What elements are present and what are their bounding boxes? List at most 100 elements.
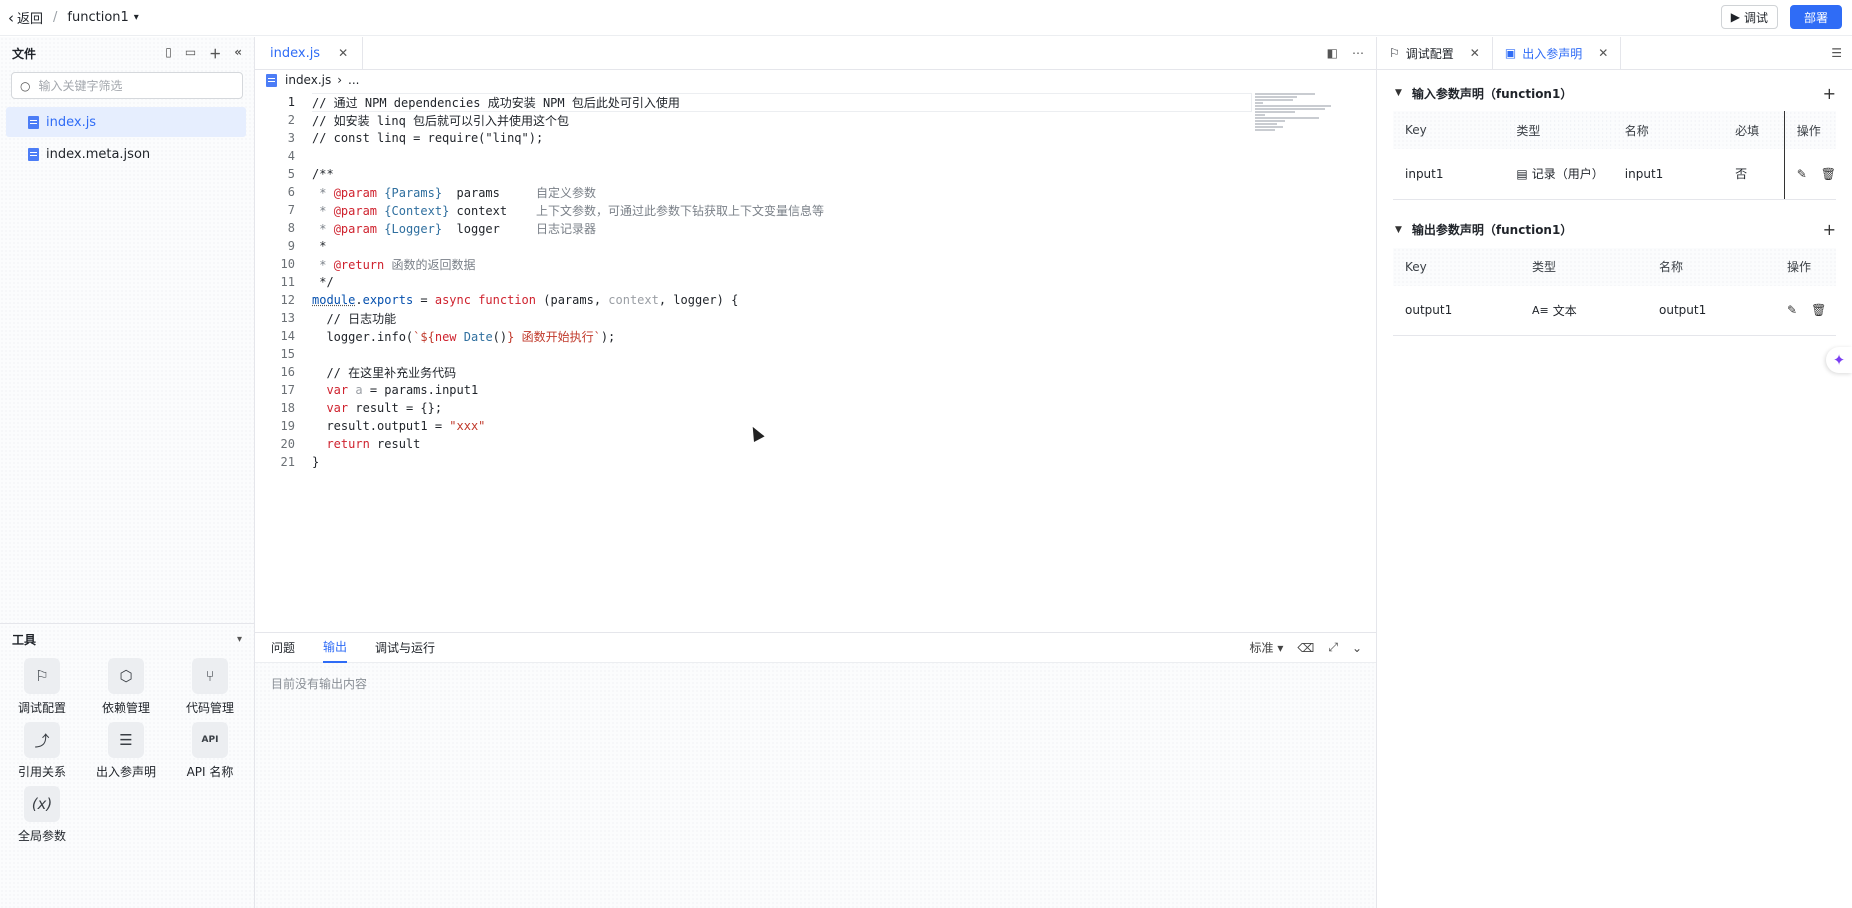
- file-icon: [28, 115, 39, 129]
- code-line: 9 *: [287, 239, 327, 253]
- file-item-index-meta-json[interactable]: index.meta.json: [6, 139, 246, 169]
- column-header: 名称: [1659, 260, 1684, 274]
- new-folder-icon[interactable]: ▭: [185, 45, 196, 62]
- tool-dependency[interactable]: ⬡ 依赖管理: [84, 658, 168, 716]
- git-branch-icon: ⑂: [192, 658, 228, 694]
- play-icon: ▶: [1730, 10, 1740, 24]
- input-params-table: Key 类型 名称 必填 操作 input1 ▤ 记录（用户） input1 否 …: [1393, 111, 1836, 200]
- close-icon[interactable]: ✕: [1598, 46, 1608, 60]
- file-search-input[interactable]: [38, 78, 219, 93]
- tab-label: index.js: [270, 45, 321, 61]
- right-tabs: ⚐ 调试配置 ✕ ▣ 出入参声明 ✕ ☰: [1377, 37, 1852, 70]
- clear-output-icon[interactable]: ⌫: [1297, 641, 1314, 655]
- tool-reference[interactable]: ⤴ 引用关系: [0, 722, 84, 780]
- file-label: index.js: [46, 114, 97, 130]
- minimap[interactable]: [1255, 93, 1345, 153]
- code-line: 8 * @param {Logger} logger 日志记录器: [287, 221, 597, 236]
- chevron-right-icon: ›: [337, 73, 343, 87]
- tools-panel: 工具 ▾ ⚐ 调试配置 ⬡ 依赖管理 ⑂ 代码管理 ⤴ 引用关系 ☰ 出入参声明 API A…: [0, 623, 254, 908]
- edit-icon[interactable]: ✎: [1787, 303, 1797, 317]
- code-line: 10 * @return 函数的返回数据: [280, 257, 476, 272]
- tool-label: 代码管理: [185, 701, 234, 715]
- add-input-param-icon[interactable]: +: [1823, 84, 1836, 103]
- output-section-header[interactable]: ▼ 输出参数声明（function1） +: [1393, 216, 1836, 244]
- tool-params[interactable]: ☰ 出入参声明: [84, 722, 168, 780]
- tool-global-params[interactable]: (x) 全局参数: [0, 786, 84, 844]
- input-section-title: 输入参数声明（function1）: [1411, 86, 1573, 101]
- output-empty-text: 目前没有输出内容: [271, 677, 368, 691]
- delete-icon[interactable]: 🗑: [1821, 167, 1836, 181]
- add-output-param-icon[interactable]: +: [1823, 220, 1836, 239]
- record-icon: ▤: [1516, 166, 1528, 181]
- tool-label: 全局参数: [17, 829, 66, 843]
- close-icon[interactable]: ✕: [1470, 46, 1480, 60]
- expand-icon[interactable]: ⤢: [1328, 640, 1338, 655]
- back-button[interactable]: ‹ 返回: [8, 8, 43, 28]
- file-search[interactable]: ○: [11, 72, 243, 99]
- code-content[interactable]: 1// 通过 NPM dependencies 成功安装 NPM 包后此处可引入…: [255, 92, 1255, 471]
- file-icon: [28, 147, 39, 161]
- code-line: 14 logger.info(`${new Date()} 函数开始执行`);: [280, 329, 616, 344]
- table-row: output1 A≡ 文本 output1 ✎ 🗑: [1393, 285, 1836, 336]
- caret-down-icon: ▼: [1395, 88, 1402, 98]
- column-header: 必填: [1723, 111, 1785, 149]
- param-type: 记录（用户）: [1531, 167, 1604, 182]
- output-panel: 问题 输出 调试与运行 标准 ▾ ⌫ ⤢ ⌄ 目前没有输出内容: [255, 632, 1376, 908]
- table-row: input1 ▤ 记录（用户） input1 否 ✎ 🗑: [1393, 149, 1836, 200]
- param-key: input1: [1393, 149, 1505, 200]
- text-type-icon: A≡: [1532, 303, 1549, 317]
- search-icon: ○: [20, 78, 31, 93]
- input-section-header[interactable]: ▼ 输入参数声明（function1） +: [1393, 79, 1836, 107]
- debug-button[interactable]: ▶ 调试: [1720, 5, 1778, 29]
- split-editor-icon[interactable]: ◧: [1327, 46, 1338, 60]
- tools-header[interactable]: 工具 ▾: [0, 624, 254, 654]
- more-icon[interactable]: ⋯: [1352, 46, 1364, 60]
- param-name: input1: [1612, 149, 1724, 200]
- chevron-down-icon[interactable]: ⌄: [1352, 641, 1362, 655]
- tools-title: 工具: [12, 632, 37, 647]
- ai-assistant-icon[interactable]: ✦: [1826, 347, 1852, 373]
- breadcrumb-file[interactable]: index.js: [285, 73, 331, 87]
- files-header: 文件 ▯ ▭ ＋ «: [0, 37, 254, 70]
- tab-problems[interactable]: 问题: [271, 633, 295, 663]
- tab-params-declaration[interactable]: ▣ 出入参声明 ✕: [1493, 37, 1622, 69]
- panel-menu-icon[interactable]: ☰: [1831, 46, 1842, 60]
- function-name: function1: [67, 10, 129, 25]
- code-line: 13 // 日志功能: [280, 311, 397, 326]
- param-required: 否: [1723, 149, 1785, 200]
- collapse-sidebar-icon[interactable]: «: [234, 45, 242, 62]
- code-line: 1// 通过 NPM dependencies 成功安装 NPM 包后此处可引入…: [255, 92, 1255, 112]
- editor-tabs: index.js ✕ ◧ ⋯: [255, 37, 1376, 70]
- deploy-button[interactable]: 部署: [1789, 5, 1842, 29]
- chevron-down-icon: ▾: [1277, 641, 1284, 655]
- tab-output[interactable]: 输出: [323, 633, 348, 663]
- tab-debug-run[interactable]: 调试与运行: [375, 633, 435, 663]
- params-icon: ▣: [1504, 46, 1517, 60]
- new-file-icon[interactable]: ▯: [165, 45, 172, 62]
- params-icon: ☰: [108, 722, 144, 758]
- function-selector[interactable]: function1 ▾: [67, 10, 138, 25]
- tool-api-name[interactable]: API API 名称: [168, 722, 252, 780]
- debug-config-icon: ⚐: [24, 658, 60, 694]
- variable-icon: (x): [24, 786, 60, 822]
- deploy-button-label: 部署: [1803, 10, 1828, 25]
- tool-code-management[interactable]: ⑂ 代码管理: [168, 658, 252, 716]
- code-line: 3// const linq = require("linq");: [287, 131, 544, 145]
- breadcrumb-more[interactable]: ...: [348, 73, 359, 87]
- log-level-select[interactable]: 标准 ▾: [1249, 639, 1283, 656]
- file-item-index-js[interactable]: index.js: [6, 107, 246, 137]
- code-line: 12 module.exports = async function (param…: [280, 293, 739, 307]
- code-line: 11 */: [280, 275, 334, 289]
- tool-label: 出入参声明: [95, 765, 156, 779]
- tool-debug-config[interactable]: ⚐ 调试配置: [0, 658, 84, 716]
- chevron-left-icon: ‹: [8, 8, 14, 27]
- tab-debug-config[interactable]: ⚐ 调试配置 ✕: [1377, 37, 1493, 69]
- column-header: 类型: [1532, 260, 1557, 274]
- add-icon[interactable]: ＋: [209, 45, 221, 62]
- debug-config-icon: ⚐: [1389, 46, 1400, 60]
- tab-index-js[interactable]: index.js ✕: [255, 37, 364, 69]
- breadcrumb: index.js › ...: [255, 70, 1376, 90]
- close-icon[interactable]: ✕: [338, 46, 348, 60]
- delete-icon[interactable]: 🗑: [1811, 303, 1826, 317]
- edit-icon[interactable]: ✎: [1797, 167, 1807, 181]
